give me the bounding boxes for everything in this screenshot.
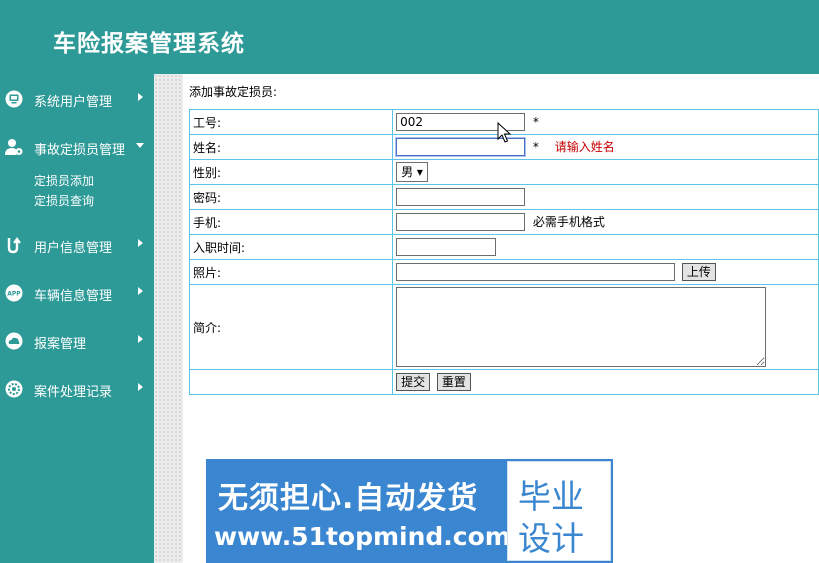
form-row-join-date: 入职时间:	[188, 234, 819, 260]
phone-input[interactable]	[396, 213, 526, 232]
sidebar-item-vehicle-info[interactable]: APP 车辆信息管理	[0, 279, 154, 307]
phone-format-hint: 必需手机格式	[532, 214, 605, 229]
field-label: 姓名:	[188, 134, 394, 160]
cloud-icon	[5, 332, 23, 350]
chevron-right-icon	[138, 287, 143, 295]
chevron-right-icon	[138, 239, 143, 247]
sidebar-item-label: 事故定损员管理	[34, 143, 126, 158]
sidebar-item-label: 案件处理记录	[34, 385, 113, 400]
sidebar-subitem-query-assessor[interactable]: 定损员查询	[34, 192, 94, 209]
form-row-phone: 手机: 必需手机格式	[188, 209, 819, 235]
sidebar-item-system-users[interactable]: 系统用户管理	[0, 85, 154, 113]
form-row-actions: 提交 重置	[188, 369, 819, 395]
field-label: 简介:	[188, 284, 394, 370]
photo-path-input[interactable]	[396, 263, 676, 281]
required-mark: *	[532, 114, 539, 129]
sidebar-gutter	[154, 74, 183, 563]
form-row-intro: 简介:	[188, 284, 819, 370]
gender-select[interactable]: 男 ▾	[396, 162, 428, 182]
form-row-gender: 性别: 男 ▾	[188, 159, 819, 185]
gear-icon	[5, 380, 23, 398]
field-label: 密码:	[188, 184, 394, 210]
form-row-password: 密码:	[188, 184, 819, 210]
field-label: 手机:	[188, 209, 394, 235]
top-header: 车险报案管理系统	[0, 0, 819, 74]
sidebar-item-case-records[interactable]: 案件处理记录	[0, 375, 154, 403]
field-label: 性别:	[188, 159, 394, 185]
join-date-input[interactable]	[396, 238, 497, 256]
chevron-right-icon	[138, 383, 143, 391]
ad-url: www.51topmind.com	[214, 522, 511, 551]
submit-button[interactable]: 提交	[396, 373, 431, 391]
ad-badge-line1: 毕业	[518, 477, 584, 516]
name-error-message: 请输入姓名	[554, 139, 615, 154]
ad-slogan: 无须担心.自动发货	[218, 481, 479, 516]
ad-badge-line2: 设计	[518, 519, 584, 558]
sidebar-item-reports[interactable]: 报案管理	[0, 327, 154, 355]
required-mark: *	[532, 139, 539, 154]
sidebar-item-label: 用户信息管理	[34, 241, 113, 256]
sidebar: 系统用户管理 事故定损员管理 定损员添加 定损员查询 用户信息管理 APP 车辆…	[0, 74, 154, 563]
app-title: 车险报案管理系统	[53, 31, 245, 57]
intro-textarea[interactable]	[396, 287, 767, 367]
field-label: 入职时间:	[188, 234, 394, 260]
form-heading: 添加事故定损员:	[189, 85, 278, 99]
chevron-down-icon	[136, 143, 144, 148]
sidebar-item-assessor-management[interactable]: 事故定损员管理	[0, 133, 154, 161]
assessor-form-table: 工号: * 姓名: * 请输入姓名 性别: 男 ▾ 密码:	[188, 109, 819, 395]
app-icon-text: APP	[7, 291, 21, 298]
field-label: 照片:	[188, 259, 394, 285]
ad-banner[interactable]: 无须担心.自动发货 www.51topmind.com 毕业 设计	[206, 459, 613, 563]
reset-button[interactable]: 重置	[436, 373, 471, 391]
form-row-photo: 照片: 上传	[188, 259, 819, 285]
sidebar-item-user-info[interactable]: 用户信息管理	[0, 231, 154, 259]
field-label: 工号:	[188, 109, 394, 135]
chevron-right-icon	[138, 335, 143, 343]
upload-button[interactable]: 上传	[681, 263, 716, 281]
chevron-right-icon	[138, 93, 143, 101]
app-icon: APP	[5, 284, 23, 302]
gender-selected-value: 男	[401, 165, 414, 179]
mouse-cursor-icon	[497, 122, 511, 143]
sidebar-item-label: 报案管理	[34, 337, 87, 352]
sidebar-item-label: 系统用户管理	[34, 95, 113, 110]
u-turn-icon	[7, 237, 21, 254]
sidebar-item-label: 车辆信息管理	[34, 289, 113, 304]
password-input[interactable]	[396, 188, 526, 206]
sidebar-subitem-add-assessor[interactable]: 定损员添加	[34, 172, 94, 189]
ad-badge: 毕业 设计	[507, 461, 611, 561]
dropdown-arrow-icon: ▾	[416, 165, 423, 179]
user-gear-icon	[5, 139, 23, 155]
monitor-icon	[5, 90, 23, 108]
